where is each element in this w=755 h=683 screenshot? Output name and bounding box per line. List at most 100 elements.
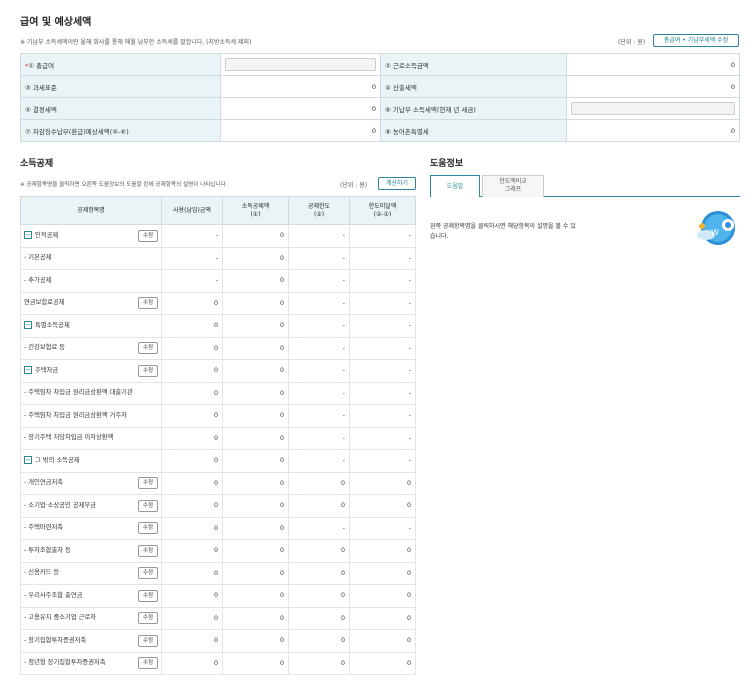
total-salary-cell <box>220 53 381 76</box>
deduction-value-cell: 0 <box>161 359 223 383</box>
svg-text:W: W <box>711 228 719 237</box>
edit-button[interactable]: 수정 <box>138 522 158 535</box>
deduction-value-cell: - <box>349 381 416 405</box>
minus-toggle-icon[interactable]: − <box>24 231 32 240</box>
deduction-value-cell: 0 <box>222 516 289 540</box>
deduction-value-cell: 0 <box>222 584 289 608</box>
deduction-note: ※ 공제항목명을 클릭하면 오른쪽 도움정보의 도움말 란에 공제항목의 설명이… <box>20 182 228 188</box>
edit-button[interactable]: 수정 <box>138 589 158 602</box>
deduction-value-cell: 0 <box>222 539 289 563</box>
deduction-value-cell: 0 <box>222 291 289 315</box>
prepaid-tax-label: ⑥ 기납부 소득세액(현재 년 세금) <box>380 97 567 120</box>
deduction-item-label: - 청년형 장기집합투자증권저축 <box>24 659 106 667</box>
deduction-item-cell[interactable]: - 개인연금저축 수정 <box>20 471 162 495</box>
total-salary-label: *① 총급여 <box>20 53 221 76</box>
edit-button[interactable]: 수정 <box>138 634 158 647</box>
edit-button[interactable]: 수정 <box>138 229 158 242</box>
deduction-value-cell: - <box>349 336 416 360</box>
deduction-item-cell[interactable]: - 우리사주조합 출연금 수정 <box>20 584 162 608</box>
deduction-value-cell: - <box>349 291 416 315</box>
minus-toggle-icon[interactable]: − <box>24 366 32 375</box>
rural-tax-label: ⑧ 농어촌특별세 <box>380 119 567 142</box>
table-row: - 장기집합투자증권저축 수정 0 0 0 0 <box>20 629 416 653</box>
deduction-item-cell[interactable]: − 특별소득공제 <box>20 314 162 338</box>
deduction-item-label: - 장기집합투자증권저축 <box>24 636 87 644</box>
deduction-item-cell[interactable]: - 소기업·소상공인 공제부금 수정 <box>20 494 162 518</box>
table-row: - 추가공제 -0- - <box>20 269 416 293</box>
deduction-item-cell[interactable]: - 추가공제 <box>20 269 162 293</box>
deduction-item-cell[interactable]: − 그 밖의 소득공제 <box>20 449 162 473</box>
deduction-item-cell[interactable]: - 기본공제 <box>20 246 162 270</box>
deduction-value-cell: 0 <box>288 629 350 653</box>
minus-toggle-icon[interactable]: − <box>24 456 32 465</box>
deduction-value-cell: 0 <box>349 651 416 675</box>
salary-table: *① 총급여 ② 근로소득금액 0 ③ 과세표준 0 ④ 산출세액 0 ⑤ 결정… <box>20 53 740 142</box>
deduction-value-cell: 0 <box>222 381 289 405</box>
calculate-button[interactable]: 계산하기 <box>378 177 416 190</box>
unit-label: (단위 : 원) <box>618 39 646 46</box>
total-salary-input[interactable] <box>225 58 376 71</box>
minus-toggle-icon[interactable]: − <box>24 321 32 330</box>
deduction-value-cell: - <box>349 269 416 293</box>
deduction-value-cell: - <box>161 224 223 248</box>
deduction-item-cell[interactable]: - 주택마련저축 수정 <box>20 516 162 540</box>
deduction-value-cell: 0 <box>161 494 223 518</box>
table-row: - 건강보험료 등 수정 0 0- - <box>20 336 416 360</box>
table-row: - 고용유지 중소기업 근로자 수정 0 0 0 0 <box>20 606 416 630</box>
deduction-value-cell: 0 <box>222 651 289 675</box>
deduction-value-cell: 0 <box>161 336 223 360</box>
deduction-value-cell: - <box>288 516 350 540</box>
deduction-item-cell[interactable]: - 주택임차 차입금 원리금상환액 거주자 <box>20 404 162 428</box>
deduction-value-cell: - <box>288 359 350 383</box>
deduction-item-cell[interactable]: - 장기주택 저당차입금 이자상환액 <box>20 426 162 450</box>
deduction-item-cell[interactable]: - 주택임차 차입금 원리금상환액 대출기관 <box>20 381 162 405</box>
deduction-item-cell[interactable]: - 장기집합투자증권저축 수정 <box>20 629 162 653</box>
deduction-item-label: - 장기주택 저당차입금 이자상환액 <box>24 434 114 442</box>
deduction-value-cell: - <box>288 246 350 270</box>
edit-button[interactable]: 수정 <box>138 342 158 355</box>
deduction-value-cell: - <box>349 359 416 383</box>
tab-limit-graph[interactable]: 한도액비교 그래프 <box>482 175 544 197</box>
deduction-value-cell: 0 <box>161 651 223 675</box>
prepaid-tax-input[interactable] <box>571 102 735 115</box>
table-row: - 주택임차 차입금 원리금상환액 거주자 0 0- - <box>20 404 416 428</box>
deduction-item-cell[interactable]: - 고용유지 중소기업 근로자 수정 <box>20 606 162 630</box>
edit-button[interactable]: 수정 <box>138 364 158 377</box>
deduction-value-cell: 0 <box>161 314 223 338</box>
earned-income-label: ② 근로소득금액 <box>380 53 567 76</box>
table-row: - 소기업·소상공인 공제부금 수정 0 0 0 0 <box>20 494 416 518</box>
deduction-item-label: - 고용유지 중소기업 근로자 <box>24 614 97 622</box>
deduction-item-cell[interactable]: − 주택자금 수정 <box>20 359 162 383</box>
tab-help[interactable]: 도움말 <box>430 175 480 197</box>
table-row: - 개인연금저축 수정 0 0 0 0 <box>20 471 416 495</box>
deduction-value-cell: 0 <box>288 494 350 518</box>
edit-button[interactable]: 수정 <box>138 612 158 625</box>
edit-button[interactable]: 수정 <box>138 297 158 310</box>
deduction-item-cell[interactable]: − 인적공제 수정 <box>20 224 162 248</box>
deduction-item-label: 특별소득공제 <box>35 322 70 330</box>
deduction-item-cell[interactable]: - 건강보험료 등 수정 <box>20 336 162 360</box>
edit-button[interactable]: 수정 <box>138 657 158 670</box>
edit-button[interactable]: 수정 <box>138 567 158 580</box>
deduction-item-cell[interactable]: - 투자조합출자 등 수정 <box>20 539 162 563</box>
deduction-value-cell: - <box>349 404 416 428</box>
deduction-item-cell[interactable]: - 신용카드 등 수정 <box>20 561 162 585</box>
deduction-value-cell: 0 <box>222 224 289 248</box>
edit-button[interactable]: 수정 <box>138 477 158 490</box>
table-row: - 주택마련저축 수정 0 0- - <box>20 516 416 540</box>
deduction-value-cell: 0 <box>222 629 289 653</box>
deduction-value-cell: 0 <box>222 561 289 585</box>
deduction-item-label: 그 밖의 소득공제 <box>35 457 80 465</box>
deduction-item-cell[interactable]: 연금보험료공제 수정 <box>20 291 162 315</box>
deduction-item-cell[interactable]: - 청년형 장기집합투자증권저축 수정 <box>20 651 162 675</box>
deduction-value-cell: 0 <box>222 494 289 518</box>
deduction-value-cell: 0 <box>349 561 416 585</box>
deduction-value-cell: 0 <box>349 539 416 563</box>
edit-salary-button[interactable]: 총급여 • 기납부세액 수정 <box>653 34 739 47</box>
edit-button[interactable]: 수정 <box>138 499 158 512</box>
deduction-value-cell: 0 <box>161 629 223 653</box>
edit-button[interactable]: 수정 <box>138 544 158 557</box>
deduction-value-cell: 0 <box>222 246 289 270</box>
deduction-value-cell: 0 <box>222 426 289 450</box>
col-header-deduction: 소득공제액 (①) <box>222 196 289 225</box>
